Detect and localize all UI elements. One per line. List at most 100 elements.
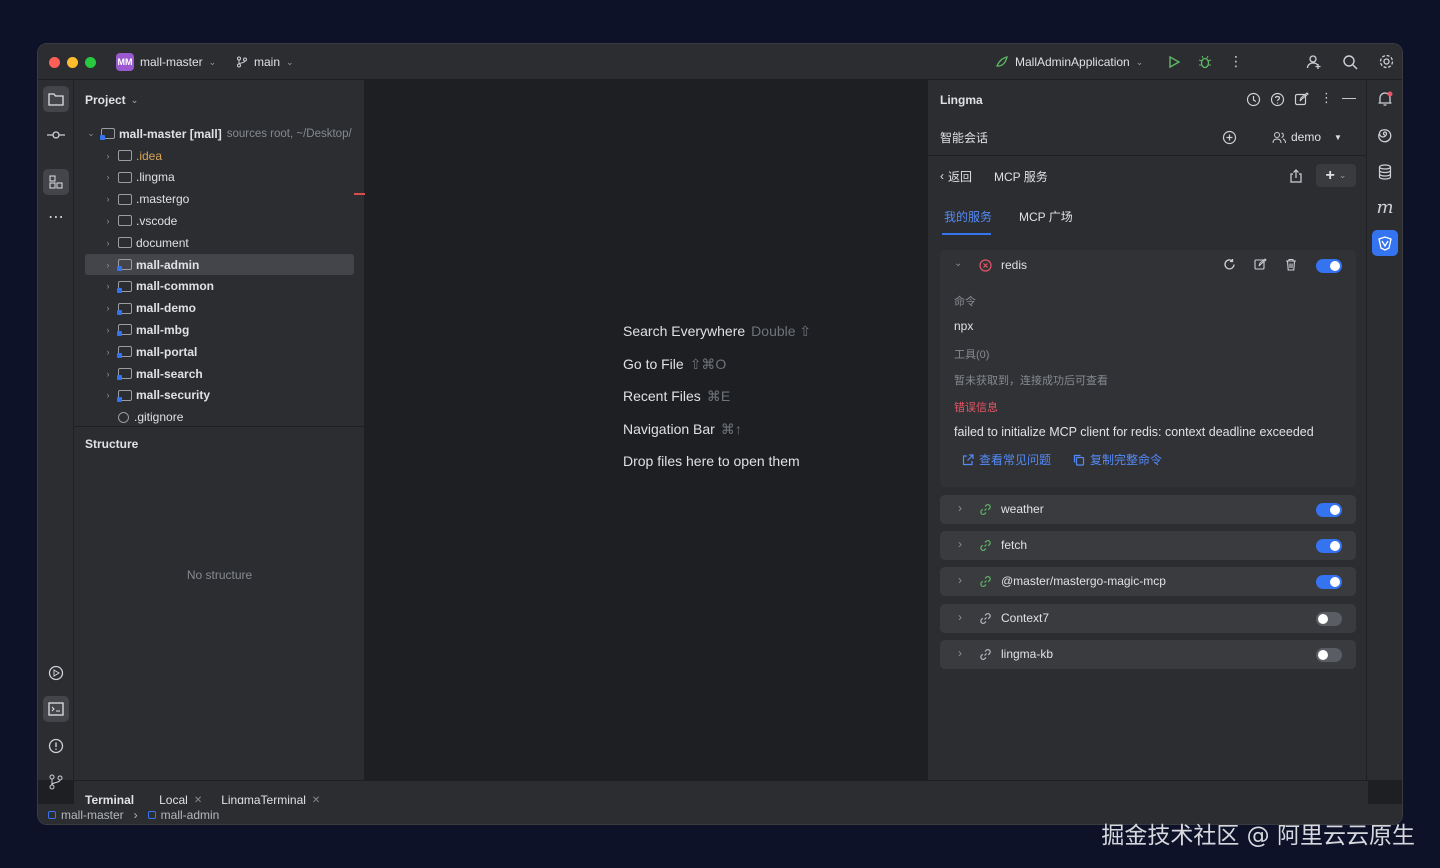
maven-icon[interactable]: m — [1372, 194, 1398, 220]
git-tool-button[interactable] — [43, 769, 69, 795]
services-tool-button[interactable] — [43, 660, 69, 686]
commit-tool-button[interactable] — [43, 122, 69, 148]
service-toggle[interactable] — [1316, 539, 1342, 554]
branch-switcher[interactable]: main ⌄ — [236, 44, 294, 80]
project-switcher[interactable]: MM mall-master ⌄ — [116, 44, 216, 80]
chevron-right-icon: › — [106, 303, 110, 314]
tree-item-label: mall-search — [136, 366, 203, 381]
chevron-down-icon[interactable]: ⌄ — [954, 258, 962, 269]
history-icon[interactable] — [1246, 92, 1261, 107]
chevron-down-icon: ⌄ — [208, 56, 217, 67]
faq-link-label: 查看常见问题 — [979, 453, 1052, 467]
tab-mcp-plaza[interactable]: MCP 广场 — [1019, 208, 1073, 225]
tree-item[interactable]: › .mastergo — [85, 189, 354, 210]
tree-item[interactable]: › mall-admin — [85, 254, 354, 275]
terminal-tool-button[interactable] — [43, 696, 69, 722]
minimize-window-button[interactable] — [67, 57, 78, 68]
tree-item[interactable]: › .vscode — [85, 210, 354, 231]
left-tool-strip: ⋯ — [38, 80, 74, 790]
more-actions-icon[interactable]: ⋮ — [1320, 90, 1333, 106]
tree-item[interactable]: › document — [85, 232, 354, 253]
more-tools-icon[interactable]: ⋯ — [43, 204, 69, 230]
editor-area[interactable]: Search Everywhere Double ⇧ Go to File ⇧⌘O Re… — [365, 80, 928, 780]
tree-item[interactable]: › .lingma — [85, 167, 354, 188]
tree-item[interactable]: › mall-search — [85, 363, 354, 384]
hint-shortcut: ⌘E — [706, 388, 731, 405]
zoom-window-button[interactable] — [85, 57, 96, 68]
tree-item[interactable]: › mall-mbg — [85, 319, 354, 340]
service-name: fetch — [1001, 538, 1028, 553]
command-value: npx — [954, 319, 974, 333]
service-card[interactable]: › weather — [940, 495, 1356, 524]
service-name: redis — [1001, 258, 1028, 272]
faq-link[interactable]: 查看常见问题 — [962, 451, 1051, 468]
service-name: @master/mastergo-magic-mcp — [1001, 574, 1166, 589]
panel-divider — [74, 426, 365, 427]
edit-icon[interactable] — [1294, 92, 1309, 107]
problems-tool-button[interactable] — [43, 733, 69, 759]
service-name: weather — [1001, 502, 1044, 516]
ai-assistant-button[interactable] — [1372, 122, 1398, 148]
chevron-down-icon: ⌄ — [130, 94, 139, 105]
help-icon[interactable] — [1270, 92, 1285, 107]
tree-root[interactable]: ⌄ mall-master [mall] sources root, ~/Des… — [85, 123, 354, 144]
service-card[interactable]: › fetch — [940, 531, 1356, 561]
chevron-right-icon: › — [958, 609, 962, 624]
edit-icon[interactable] — [1254, 258, 1267, 271]
add-service-button[interactable]: + ⌄ — [1316, 164, 1356, 187]
tab-my-services[interactable]: 我的服务 — [944, 208, 992, 225]
tools-label: 工具(0) — [954, 349, 990, 361]
tree-item[interactable]: › .idea — [85, 145, 354, 166]
user-selector[interactable]: demo ▼ — [1272, 130, 1342, 144]
service-toggle[interactable] — [1316, 259, 1342, 273]
tree-item[interactable]: › mall-demo — [85, 298, 354, 319]
module-folder-icon — [117, 368, 132, 380]
project-badge: MM — [116, 53, 134, 71]
lingma-button[interactable] — [1372, 230, 1398, 256]
tree-item-label: .vscode — [136, 213, 178, 228]
editor-hint: Drop files here to open them — [623, 453, 800, 469]
link-icon — [979, 575, 992, 591]
tree-item-label: mall-security — [136, 388, 211, 403]
add-user-icon[interactable] — [1306, 54, 1322, 70]
run-config-name: MallAdminApplication — [1015, 55, 1130, 69]
debug-icon[interactable] — [1198, 55, 1212, 69]
service-toggle[interactable] — [1316, 575, 1342, 590]
breadcrumb-project[interactable]: mall-master — [61, 808, 124, 822]
settings-gear-icon[interactable] — [1378, 53, 1395, 70]
refresh-icon[interactable] — [1223, 258, 1236, 271]
service-toggle[interactable] — [1316, 611, 1342, 626]
more-actions-icon[interactable]: ⋮ — [1229, 53, 1243, 70]
search-icon[interactable] — [1342, 54, 1358, 70]
export-icon[interactable] — [1289, 169, 1303, 183]
service-card[interactable]: › @master/mastergo-magic-mcp — [940, 567, 1356, 597]
breadcrumb-module[interactable]: mall-admin — [161, 808, 220, 822]
editor-hint: Recent Files ⌘E — [623, 388, 730, 405]
spring-app-icon — [995, 55, 1009, 69]
tree-item[interactable]: › mall-common — [85, 276, 354, 297]
project-panel-header[interactable]: Project ⌄ — [85, 93, 138, 107]
database-button[interactable] — [1372, 159, 1398, 185]
tree-item[interactable]: › mall-security — [85, 385, 354, 406]
chevron-right-icon: › — [106, 368, 110, 379]
structure-tool-button[interactable] — [43, 169, 69, 195]
service-card[interactable]: › lingma-kb — [940, 639, 1356, 669]
service-card[interactable]: › Context7 — [940, 603, 1356, 633]
tree-item[interactable]: › mall-portal — [85, 341, 354, 362]
hint-shortcut: Double ⇧ — [751, 323, 812, 339]
trash-icon[interactable] — [1285, 258, 1297, 271]
copy-command-link[interactable]: 复制完整命令 — [1073, 451, 1162, 468]
new-session-icon[interactable] — [1222, 130, 1237, 145]
service-toggle[interactable] — [1316, 503, 1342, 517]
tree-item[interactable]: .gitignore — [85, 407, 354, 428]
module-folder-icon — [117, 280, 132, 293]
minimize-panel-icon[interactable]: — — [1342, 89, 1356, 105]
project-tool-button[interactable] — [43, 86, 69, 112]
service-toggle[interactable] — [1316, 647, 1342, 662]
run-config-selector[interactable]: MallAdminApplication ⌄ — [995, 44, 1143, 80]
notifications-button[interactable] — [1372, 86, 1398, 112]
run-icon[interactable] — [1167, 55, 1181, 69]
chevron-down-icon: ⌄ — [1135, 56, 1144, 67]
close-window-button[interactable] — [49, 57, 60, 68]
back-button[interactable]: ‹ 返回 — [940, 168, 972, 185]
